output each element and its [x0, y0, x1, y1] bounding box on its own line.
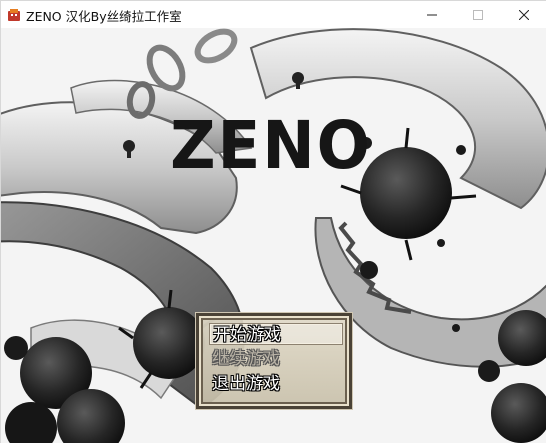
- game-canvas[interactable]: ZENO 开始游戏 继续游戏 退出游戏: [1, 28, 546, 443]
- title-menu: 开始游戏 继续游戏 退出游戏: [195, 312, 353, 410]
- menu-item-continue[interactable]: 继续游戏: [209, 348, 343, 370]
- game-window: ZENO 汉化By丝绮拉工作室 ZENO 开始游戏 继续游戏 退出游戏: [0, 0, 546, 443]
- close-icon: [519, 9, 529, 20]
- game-logo: ZENO: [170, 107, 372, 184]
- minimize-icon: [427, 14, 437, 15]
- close-button[interactable]: [501, 1, 546, 28]
- game-app-icon[interactable]: [7, 7, 21, 21]
- title-bar[interactable]: ZENO 汉化By丝绮拉工作室: [1, 1, 546, 28]
- maximize-icon: [473, 9, 483, 20]
- minimize-button[interactable]: [409, 1, 455, 28]
- window-title: ZENO 汉化By丝绮拉工作室: [26, 9, 182, 24]
- maximize-button[interactable]: [455, 1, 501, 28]
- menu-item-new-game[interactable]: 开始游戏: [209, 323, 343, 345]
- menu-item-quit[interactable]: 退出游戏: [209, 373, 343, 395]
